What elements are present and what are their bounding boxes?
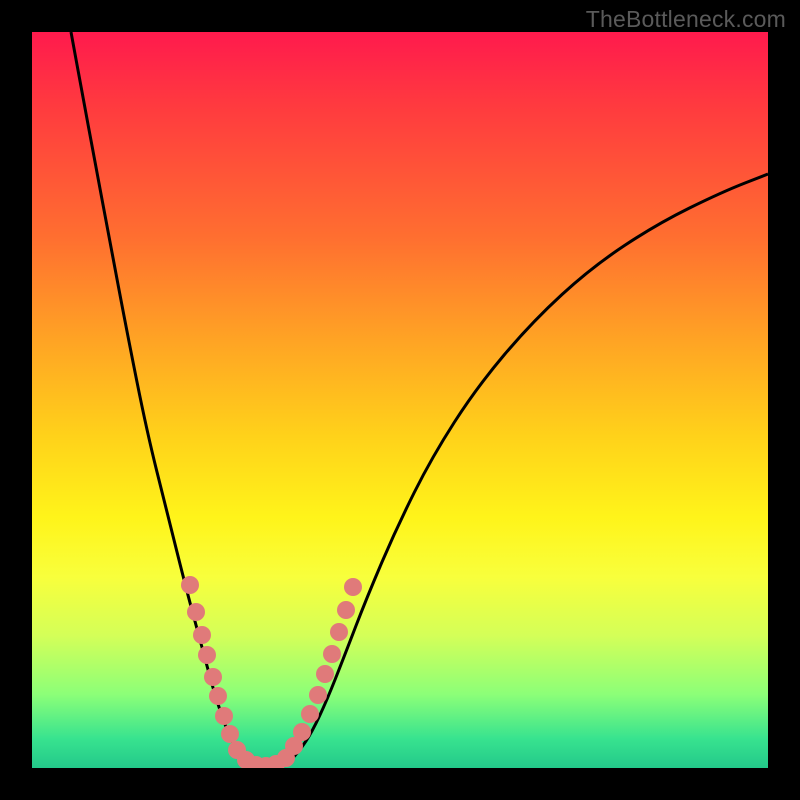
highlight-dot — [187, 603, 205, 621]
highlight-dot — [301, 705, 319, 723]
highlight-dot — [337, 601, 355, 619]
chart-svg — [32, 32, 768, 768]
highlight-dot — [193, 626, 211, 644]
highlight-dot — [221, 725, 239, 743]
highlight-dot — [204, 668, 222, 686]
highlight-dots — [181, 576, 362, 768]
highlight-dot — [330, 623, 348, 641]
highlight-dot — [209, 687, 227, 705]
highlight-dot — [316, 665, 334, 683]
chart-frame: TheBottleneck.com — [0, 0, 800, 800]
bottleneck-curve — [71, 32, 768, 768]
highlight-dot — [309, 686, 327, 704]
plot-area — [32, 32, 768, 768]
highlight-dot — [293, 723, 311, 741]
highlight-dot — [344, 578, 362, 596]
highlight-dot — [215, 707, 233, 725]
highlight-dot — [323, 645, 341, 663]
highlight-dot — [181, 576, 199, 594]
highlight-dot — [198, 646, 216, 664]
attribution-label: TheBottleneck.com — [586, 6, 786, 33]
